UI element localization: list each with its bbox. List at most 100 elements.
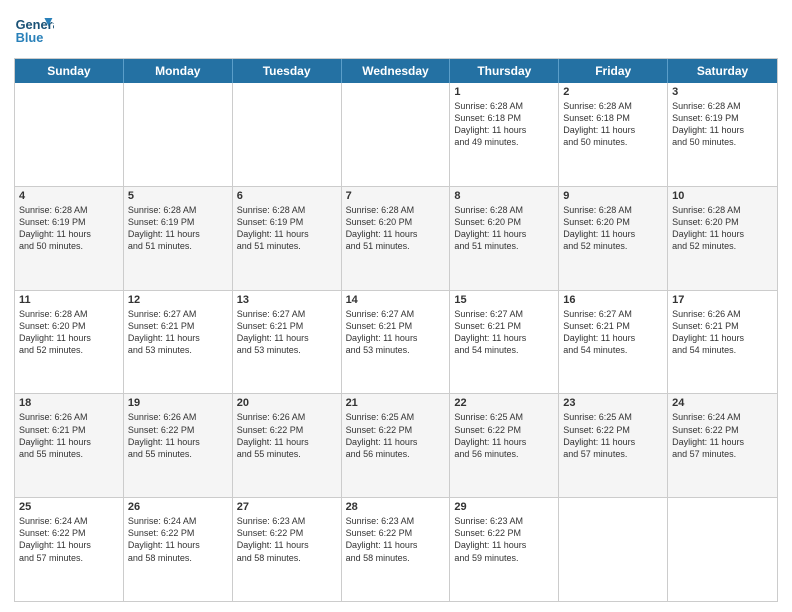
day-info: Sunrise: 6:28 AM Sunset: 6:20 PM Dayligh… — [672, 204, 773, 253]
day-number: 23 — [563, 397, 663, 409]
day-number: 16 — [563, 294, 663, 306]
calendar-row-1: 4 Sunrise: 6:28 AM Sunset: 6:19 PM Daylig… — [15, 186, 777, 290]
empty-cell-4-6 — [668, 498, 777, 601]
calendar-body: 1 Sunrise: 6:28 AM Sunset: 6:18 PM Daylig… — [15, 83, 777, 601]
header-day-wednesday: Wednesday — [342, 59, 451, 83]
day-info: Sunrise: 6:24 AM Sunset: 6:22 PM Dayligh… — [672, 411, 773, 460]
day-cell-14: 14Sunrise: 6:27 AM Sunset: 6:21 PM Dayli… — [342, 291, 451, 394]
day-cell-10: 10Sunrise: 6:28 AM Sunset: 6:20 PM Dayli… — [668, 187, 777, 290]
day-info: Sunrise: 6:27 AM Sunset: 6:21 PM Dayligh… — [128, 308, 228, 357]
calendar-row-3: 18 Sunrise: 6:26 AM Sunset: 6:21 PM Dayli… — [15, 393, 777, 497]
day-number: 12 — [128, 294, 228, 306]
day-cell-17: 17 Sunrise: 6:26 AM Sunset: 6:21 PM Dayli… — [668, 291, 777, 394]
header: General Blue — [14, 10, 778, 50]
day-info: Sunrise: 6:28 AM Sunset: 6:19 PM Dayligh… — [19, 204, 119, 253]
day-number: 24 — [672, 397, 773, 409]
day-number: 15 — [454, 294, 554, 306]
day-number: 6 — [237, 190, 337, 202]
day-info: Sunrise: 6:28 AM Sunset: 6:20 PM Dayligh… — [563, 204, 663, 253]
calendar-row-4: 25 Sunrise: 6:24 AM Sunset: 6:22 PM Dayli… — [15, 497, 777, 601]
day-cell-4: 4 Sunrise: 6:28 AM Sunset: 6:19 PM Daylig… — [15, 187, 124, 290]
day-cell-3: 3Sunrise: 6:28 AM Sunset: 6:19 PM Daylig… — [668, 83, 777, 186]
header-day-tuesday: Tuesday — [233, 59, 342, 83]
day-info: Sunrise: 6:24 AM Sunset: 6:22 PM Dayligh… — [128, 515, 228, 564]
day-number: 28 — [346, 501, 446, 513]
day-cell-24: 24 Sunrise: 6:24 AM Sunset: 6:22 PM Dayli… — [668, 394, 777, 497]
day-cell-25: 25 Sunrise: 6:24 AM Sunset: 6:22 PM Dayli… — [15, 498, 124, 601]
day-cell-2: 2 Sunrise: 6:28 AM Sunset: 6:18 PM Daylig… — [559, 83, 668, 186]
day-cell-6: 6 Sunrise: 6:28 AM Sunset: 6:19 PM Daylig… — [233, 187, 342, 290]
empty-cell-4-5 — [559, 498, 668, 601]
day-info: Sunrise: 6:28 AM Sunset: 6:20 PM Dayligh… — [346, 204, 446, 253]
day-cell-13: 13 Sunrise: 6:27 AM Sunset: 6:21 PM Dayli… — [233, 291, 342, 394]
day-info: Sunrise: 6:26 AM Sunset: 6:22 PM Dayligh… — [128, 411, 228, 460]
day-number: 20 — [237, 397, 337, 409]
day-cell-16: 16 Sunrise: 6:27 AM Sunset: 6:21 PM Dayli… — [559, 291, 668, 394]
svg-text:Blue: Blue — [16, 30, 44, 45]
day-info: Sunrise: 6:28 AM Sunset: 6:19 PM Dayligh… — [128, 204, 228, 253]
day-info: Sunrise: 6:26 AM Sunset: 6:21 PM Dayligh… — [19, 411, 119, 460]
day-number: 29 — [454, 501, 554, 513]
day-number: 19 — [128, 397, 228, 409]
header-day-thursday: Thursday — [450, 59, 559, 83]
calendar-row-0: 1 Sunrise: 6:28 AM Sunset: 6:18 PM Daylig… — [15, 83, 777, 186]
day-info: Sunrise: 6:28 AM Sunset: 6:18 PM Dayligh… — [454, 100, 554, 149]
day-info: Sunrise: 6:26 AM Sunset: 6:22 PM Dayligh… — [237, 411, 337, 460]
calendar-header-row: SundayMondayTuesdayWednesdayThursdayFrid… — [15, 59, 777, 83]
day-number: 11 — [19, 294, 119, 306]
day-info: Sunrise: 6:23 AM Sunset: 6:22 PM Dayligh… — [237, 515, 337, 564]
day-number: 25 — [19, 501, 119, 513]
day-number: 22 — [454, 397, 554, 409]
day-cell-20: 20 Sunrise: 6:26 AM Sunset: 6:22 PM Dayli… — [233, 394, 342, 497]
day-number: 21 — [346, 397, 446, 409]
day-info: Sunrise: 6:23 AM Sunset: 6:22 PM Dayligh… — [346, 515, 446, 564]
day-cell-9: 9 Sunrise: 6:28 AM Sunset: 6:20 PM Daylig… — [559, 187, 668, 290]
day-cell-8: 8 Sunrise: 6:28 AM Sunset: 6:20 PM Daylig… — [450, 187, 559, 290]
empty-cell-0-1 — [124, 83, 233, 186]
day-number: 13 — [237, 294, 337, 306]
day-number: 18 — [19, 397, 119, 409]
header-day-friday: Friday — [559, 59, 668, 83]
day-cell-1: 1 Sunrise: 6:28 AM Sunset: 6:18 PM Daylig… — [450, 83, 559, 186]
empty-cell-0-0 — [15, 83, 124, 186]
day-info: Sunrise: 6:27 AM Sunset: 6:21 PM Dayligh… — [563, 308, 663, 357]
day-cell-26: 26Sunrise: 6:24 AM Sunset: 6:22 PM Dayli… — [124, 498, 233, 601]
day-info: Sunrise: 6:25 AM Sunset: 6:22 PM Dayligh… — [563, 411, 663, 460]
day-number: 9 — [563, 190, 663, 202]
day-info: Sunrise: 6:28 AM Sunset: 6:19 PM Dayligh… — [237, 204, 337, 253]
day-cell-15: 15 Sunrise: 6:27 AM Sunset: 6:21 PM Dayli… — [450, 291, 559, 394]
day-info: Sunrise: 6:27 AM Sunset: 6:21 PM Dayligh… — [454, 308, 554, 357]
day-cell-12: 12 Sunrise: 6:27 AM Sunset: 6:21 PM Dayli… — [124, 291, 233, 394]
day-cell-19: 19 Sunrise: 6:26 AM Sunset: 6:22 PM Dayli… — [124, 394, 233, 497]
day-number: 1 — [454, 86, 554, 98]
day-info: Sunrise: 6:28 AM Sunset: 6:20 PM Dayligh… — [19, 308, 119, 357]
day-cell-11: 11 Sunrise: 6:28 AM Sunset: 6:20 PM Dayli… — [15, 291, 124, 394]
day-info: Sunrise: 6:27 AM Sunset: 6:21 PM Dayligh… — [346, 308, 446, 357]
header-day-monday: Monday — [124, 59, 233, 83]
day-info: Sunrise: 6:28 AM Sunset: 6:20 PM Dayligh… — [454, 204, 554, 253]
page: General Blue SundayMondayTuesdayWednesda… — [0, 0, 792, 612]
day-info: Sunrise: 6:25 AM Sunset: 6:22 PM Dayligh… — [454, 411, 554, 460]
day-info: Sunrise: 6:26 AM Sunset: 6:21 PM Dayligh… — [672, 308, 773, 357]
day-number: 7 — [346, 190, 446, 202]
day-info: Sunrise: 6:27 AM Sunset: 6:21 PM Dayligh… — [237, 308, 337, 357]
day-cell-27: 27 Sunrise: 6:23 AM Sunset: 6:22 PM Dayli… — [233, 498, 342, 601]
day-info: Sunrise: 6:28 AM Sunset: 6:18 PM Dayligh… — [563, 100, 663, 149]
calendar-row-2: 11 Sunrise: 6:28 AM Sunset: 6:20 PM Dayli… — [15, 290, 777, 394]
day-number: 2 — [563, 86, 663, 98]
day-number: 27 — [237, 501, 337, 513]
day-number: 17 — [672, 294, 773, 306]
day-info: Sunrise: 6:28 AM Sunset: 6:19 PM Dayligh… — [672, 100, 773, 149]
empty-cell-0-3 — [342, 83, 451, 186]
logo-icon: General Blue — [14, 10, 54, 50]
day-cell-18: 18 Sunrise: 6:26 AM Sunset: 6:21 PM Dayli… — [15, 394, 124, 497]
day-number: 5 — [128, 190, 228, 202]
day-info: Sunrise: 6:23 AM Sunset: 6:22 PM Dayligh… — [454, 515, 554, 564]
day-number: 8 — [454, 190, 554, 202]
day-cell-29: 29 Sunrise: 6:23 AM Sunset: 6:22 PM Dayli… — [450, 498, 559, 601]
empty-cell-0-2 — [233, 83, 342, 186]
day-info: Sunrise: 6:24 AM Sunset: 6:22 PM Dayligh… — [19, 515, 119, 564]
day-cell-22: 22 Sunrise: 6:25 AM Sunset: 6:22 PM Dayli… — [450, 394, 559, 497]
calendar: SundayMondayTuesdayWednesdayThursdayFrid… — [14, 58, 778, 602]
day-number: 4 — [19, 190, 119, 202]
